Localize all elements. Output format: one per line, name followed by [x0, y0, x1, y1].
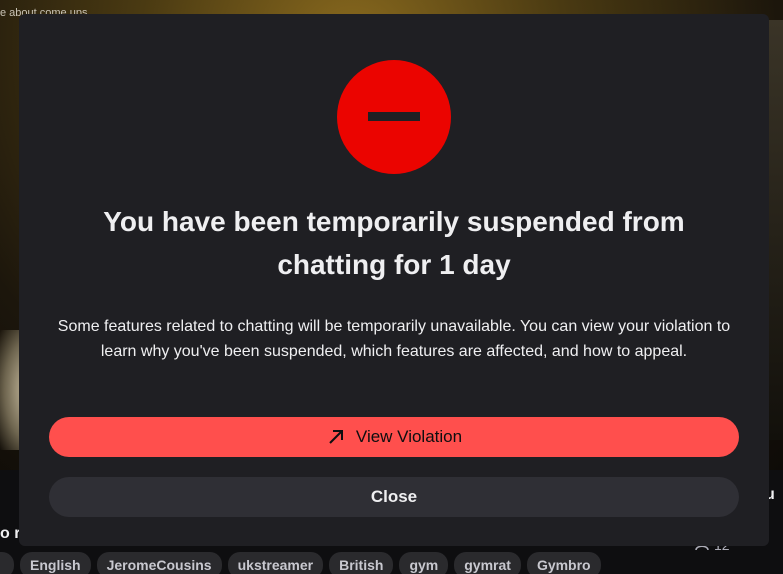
- tag[interactable]: JeromeCousins: [96, 552, 222, 574]
- tag[interactable]: gymrat: [454, 552, 521, 574]
- tag[interactable]: English: [20, 552, 91, 574]
- tag-partial[interactable]: [0, 552, 14, 574]
- stop-circle-icon: [337, 60, 451, 174]
- tag[interactable]: ukstreamer: [227, 552, 324, 574]
- arrow-up-right-icon: [326, 427, 346, 447]
- tag[interactable]: British: [329, 552, 394, 574]
- modal-body-text: Some features related to chatting will b…: [57, 318, 731, 360]
- modal-headline: You have been temporarily suspended from…: [103, 206, 685, 280]
- close-label: Close: [370, 487, 418, 506]
- tag-list: English JeromeCousins ukstreamer British…: [0, 552, 601, 574]
- suspension-modal: You have been temporarily suspended from…: [19, 14, 769, 546]
- close-button[interactable]: Close: [49, 477, 739, 517]
- view-violation-button[interactable]: View Violation: [49, 417, 739, 457]
- stop-bar: [368, 112, 420, 121]
- stream-title: o r: [0, 525, 21, 542]
- tag[interactable]: Gymbro: [526, 552, 601, 574]
- tag[interactable]: gym: [399, 552, 449, 574]
- view-violation-label: View Violation: [355, 427, 463, 446]
